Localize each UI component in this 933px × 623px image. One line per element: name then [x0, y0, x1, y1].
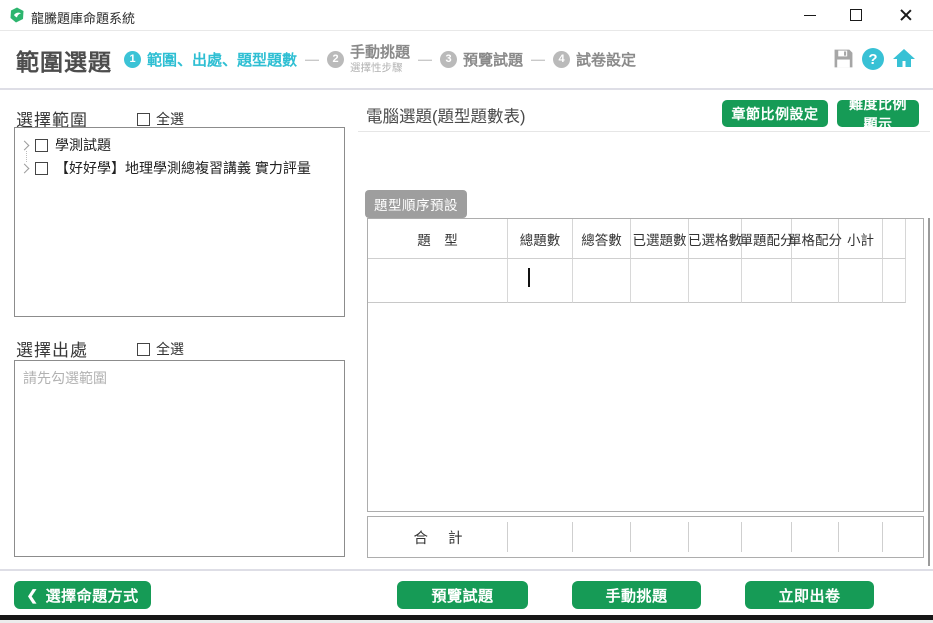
home-icon[interactable] — [892, 46, 916, 70]
question-type-table-container: 題 型 總題數 總答數 已選題數 已選格數 單題配分 單格配分 小計 — [367, 218, 924, 512]
source-list-box[interactable] — [14, 360, 345, 557]
step-3-preview[interactable]: 3 預覽試題 — [440, 49, 523, 70]
tree-item-checkbox[interactable] — [35, 162, 48, 175]
col-header-selected-questions: 已選題數 — [631, 219, 689, 259]
row-cell-type[interactable] — [368, 259, 508, 303]
tree-item-geography-book[interactable]: 【好好學】地理學測總複習講義 實力評量 — [21, 158, 311, 178]
back-to-method-button[interactable]: ❮ 選擇命題方式 — [14, 581, 151, 609]
total-cell — [839, 517, 883, 557]
row-cell-points-per-blank[interactable] — [792, 259, 839, 303]
col-header-type: 題 型 — [368, 219, 508, 259]
minimize-button[interactable] — [793, 0, 827, 30]
select-source-title: 選擇出處 — [16, 336, 88, 361]
total-cell — [689, 517, 742, 557]
page-title: 範圍選題 — [16, 43, 112, 77]
col-header-selected-blanks: 已選格數 — [689, 219, 742, 259]
row-cell-total-questions-input[interactable] — [508, 259, 573, 303]
expand-chevron-icon[interactable] — [20, 163, 30, 173]
total-cell — [792, 517, 839, 557]
source-select-all-checkbox[interactable] — [137, 343, 150, 356]
app-title: 龍騰題庫命題系統 — [31, 8, 135, 27]
total-cell — [742, 517, 792, 557]
right-panel-divider — [358, 131, 930, 132]
step-3-circle: 3 — [440, 51, 457, 68]
total-cell — [631, 517, 689, 557]
app-logo-icon — [9, 7, 25, 23]
row-cell-blank[interactable] — [883, 259, 906, 303]
help-icon[interactable]: ? — [862, 48, 884, 70]
scrollbar[interactable] — [928, 218, 930, 566]
step-1-circle: 1 — [124, 51, 141, 68]
step-4-paper-settings[interactable]: 4 試卷設定 — [553, 49, 636, 70]
save-icon[interactable] — [833, 48, 854, 69]
row-cell-points-per-question[interactable] — [742, 259, 792, 303]
chapter-ratio-button[interactable]: 章節比例設定 — [722, 100, 828, 127]
step-2-circle: 2 — [327, 51, 344, 68]
chevron-left-icon: ❮ — [26, 587, 38, 604]
row-cell-subtotal[interactable] — [839, 259, 883, 303]
total-row: 合 計 — [367, 516, 924, 558]
step-1-range[interactable]: 1 範圍、出處、題型題數 — [124, 49, 297, 70]
step-separator: — — [418, 51, 432, 67]
question-type-table: 題 型 總題數 總答數 已選題數 已選格數 單題配分 單格配分 小計 — [368, 219, 923, 303]
total-cell — [883, 517, 923, 557]
total-cell — [573, 517, 631, 557]
total-cell — [508, 517, 573, 557]
col-header-subtotal: 小計 — [839, 219, 883, 259]
col-header-points-per-question: 單題配分 — [742, 219, 792, 259]
difficulty-ratio-button[interactable]: 難度比例顯示 — [837, 100, 919, 127]
minimize-icon — [804, 15, 816, 16]
step-2-manual-pick[interactable]: 2 手動挑題 選擇性步驟 — [327, 44, 410, 73]
range-select-all-checkbox[interactable] — [137, 113, 150, 126]
step-separator: — — [531, 51, 545, 67]
step-separator: — — [305, 51, 319, 67]
app-window: 龍騰題庫命題系統 範圍選題 1 範圍、出處、題型題數 — 2 手動挑題 選擇性步… — [0, 0, 933, 623]
footer-divider — [0, 569, 933, 571]
source-placeholder: 請先勾選範圍 — [23, 368, 107, 388]
col-header-points-per-blank: 單格配分 — [792, 219, 839, 259]
col-header-total-answers: 總答數 — [573, 219, 631, 259]
tree-item-checkbox[interactable] — [35, 139, 48, 152]
preview-questions-button[interactable]: 預覽試題 — [397, 581, 528, 609]
generate-paper-button[interactable]: 立即出卷 — [745, 581, 874, 609]
source-select-all[interactable]: 全選 — [137, 339, 184, 359]
maximize-button[interactable] — [839, 0, 873, 30]
type-order-preset-tag[interactable]: 題型順序預設 — [365, 190, 467, 218]
maximize-icon — [850, 9, 862, 21]
header-divider — [0, 88, 933, 90]
row-cell-total-answers[interactable] — [573, 259, 631, 303]
text-cursor — [528, 268, 530, 287]
row-cell-selected-questions[interactable] — [631, 259, 689, 303]
col-header-blank — [883, 219, 906, 259]
tree-item-gsat[interactable]: 學測試題 — [21, 135, 111, 155]
step-4-circle: 4 — [553, 51, 570, 68]
step-indicator: 1 範圍、出處、題型題數 — 2 手動挑題 選擇性步驟 — 3 預覽試題 — 4… — [124, 31, 636, 87]
range-select-all[interactable]: 全選 — [137, 109, 184, 129]
total-label: 合 計 — [368, 517, 508, 557]
expand-chevron-icon[interactable] — [20, 140, 30, 150]
close-button[interactable] — [889, 0, 923, 30]
computer-selection-title: 電腦選題(題型題數表) — [366, 103, 526, 127]
col-header-total-questions: 總題數 — [508, 219, 573, 259]
row-cell-selected-blanks[interactable] — [689, 259, 742, 303]
close-icon — [900, 9, 912, 21]
range-tree-box[interactable] — [14, 127, 345, 317]
manual-pick-button[interactable]: 手動挑題 — [572, 581, 701, 609]
